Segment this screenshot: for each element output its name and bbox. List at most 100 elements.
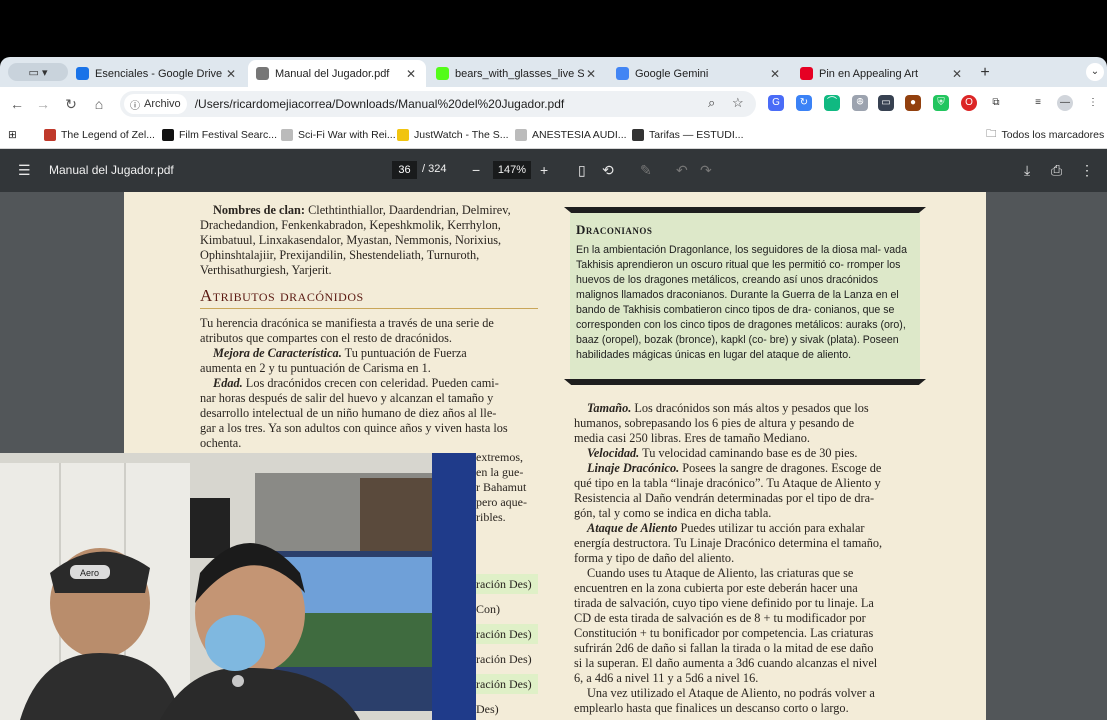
rotate-icon[interactable]: ⟲ bbox=[602, 162, 614, 179]
more-options-icon[interactable]: ⋮ bbox=[1080, 162, 1094, 179]
bookmark-item[interactable]: ANESTESIA AUDI... bbox=[515, 127, 627, 143]
download-icon[interactable]: ⤓ bbox=[1024, 162, 1030, 179]
webcam-scene: Aero bbox=[0, 453, 476, 720]
bookmark-label: Sci-Fi War with Rei... bbox=[298, 129, 396, 141]
tab-5[interactable]: Pin en Appealing Art ✕ bbox=[792, 60, 972, 87]
tab-search-button[interactable]: ▭ ▾ bbox=[8, 63, 68, 81]
close-tab-icon[interactable]: ✕ bbox=[950, 67, 964, 81]
print-icon[interactable]: ⎙ bbox=[1051, 162, 1062, 179]
close-tab-icon[interactable]: ✕ bbox=[404, 67, 418, 81]
line-text: qué tipo en la tabla “linaje dracónico”.… bbox=[574, 476, 881, 490]
zoom-icon[interactable]: ⌕ bbox=[708, 95, 715, 111]
extension-sync-icon[interactable]: ↻ bbox=[796, 95, 812, 111]
tab-1[interactable]: Esenciales - Google Drive ✕ bbox=[68, 60, 246, 87]
line-text: Tu puntuación de Fuerza bbox=[341, 346, 467, 360]
toolbar: ← → ↻ ⌂ ⓘ Archivo /Users/ricardomejiacorr… bbox=[0, 87, 1107, 121]
text-line: forma y tipo de daño del aliento. bbox=[574, 551, 919, 566]
line-text: ochenta. bbox=[200, 436, 242, 450]
text-line: Verthisathurgiesh, Yarjerit. bbox=[200, 263, 540, 278]
zoom-out-icon[interactable]: − bbox=[472, 162, 480, 178]
line-text: encuentren en la zona cubierta por este … bbox=[574, 581, 858, 595]
section-heading: Atributos dracónidos bbox=[200, 286, 538, 309]
text-line: Tu herencia dracónica se manifiesta a tr… bbox=[200, 316, 540, 331]
line-text: Kimbatuul, Linxakasendalor, Myastan, Nem… bbox=[200, 233, 502, 247]
line-text: sufrirán 2d6 de daño si fallan la tirada… bbox=[574, 641, 874, 655]
line-text: Drachedandion, Fenkenkabradon, Kepeshkmo… bbox=[200, 218, 501, 232]
annotate-icon[interactable]: ✎ bbox=[640, 162, 652, 179]
line-text: humanos, sobrepasando los 6 pies de altu… bbox=[574, 416, 855, 430]
zoom-in-icon[interactable]: + bbox=[540, 162, 548, 178]
browser-menu-icon[interactable]: ⋮ bbox=[1085, 95, 1101, 111]
line-text: Los dracónidos son más altos y pesados q… bbox=[631, 401, 869, 415]
bookmark-label: ANESTESIA AUDI... bbox=[532, 129, 627, 141]
text-line: ochenta. bbox=[200, 436, 540, 451]
address-bar[interactable]: ⓘ Archivo /Users/ricardomejiacorrea/Downl… bbox=[120, 91, 756, 117]
extensions-icon[interactable]: ⧉ bbox=[988, 95, 1004, 111]
text-line: Nombres de clan: Clethtinthiallor, Daard… bbox=[200, 203, 540, 218]
forward-button[interactable]: → bbox=[34, 95, 52, 113]
extension-arc-icon[interactable]: ⌒ bbox=[824, 95, 840, 111]
bookmark-label: JustWatch - The S... bbox=[414, 129, 509, 141]
bookmarks-folder[interactable]: 🗀 Todos los marcadores bbox=[986, 127, 1104, 143]
extension-shield-icon[interactable]: ⛨ bbox=[933, 95, 949, 111]
tab-2[interactable]: Manual del Jugador.pdf ✕ bbox=[248, 60, 426, 87]
sidebar-bottom-border bbox=[564, 379, 926, 385]
extension-translate-icon[interactable]: G bbox=[768, 95, 784, 111]
bold-lead: Edad. bbox=[213, 376, 243, 390]
fit-page-icon[interactable]: ▯ bbox=[578, 162, 586, 179]
tab-3[interactable]: bears_with_glasses_live Stre ✕ bbox=[428, 60, 606, 87]
reload-button[interactable]: ↻ bbox=[62, 95, 80, 113]
draconianos-sidebar: Draconianos En la ambientación Dragonlan… bbox=[564, 207, 926, 385]
text-line: gar a los tres. Ya son adultos con quinc… bbox=[200, 421, 540, 436]
home-button[interactable]: ⌂ bbox=[90, 95, 108, 113]
tab-list-chevron-icon[interactable]: ⌄ bbox=[1086, 63, 1104, 81]
line-text: gón, tal y como se indica en dicha tabla… bbox=[574, 506, 772, 520]
bookmark-item[interactable]: The Legend of Zel... bbox=[44, 127, 155, 143]
zoom-level-input[interactable]: 147% bbox=[493, 161, 531, 179]
bookmark-item[interactable]: Tarifas — ESTUDI... bbox=[632, 127, 744, 143]
tab-4[interactable]: Google Gemini ✕ bbox=[608, 60, 790, 87]
page-number-input[interactable]: 36 bbox=[392, 161, 417, 179]
site-info-chip[interactable]: ⓘ Archivo bbox=[124, 94, 187, 114]
bookmark-favicon-icon bbox=[397, 129, 409, 141]
pdf-toolbar: ☰ Manual del Jugador.pdf 36 / 324 − 147%… bbox=[0, 149, 1107, 192]
close-tab-icon[interactable]: ✕ bbox=[224, 67, 238, 81]
table-partial-cell: Des) bbox=[476, 702, 499, 716]
extension-puzzle-icon[interactable]: ꔮ bbox=[852, 95, 868, 111]
extension-screen-icon[interactable]: ▭ bbox=[878, 95, 894, 111]
line-text: aumenta en 2 y tu puntuación de Carisma … bbox=[200, 361, 431, 375]
back-button[interactable]: ← bbox=[8, 95, 26, 113]
new-tab-button[interactable]: + bbox=[976, 64, 994, 82]
extension-opera-icon[interactable]: O bbox=[961, 95, 977, 111]
partial-text: ribles. bbox=[476, 510, 506, 524]
redo-icon[interactable]: ↷ bbox=[700, 162, 712, 179]
bookmark-star-icon[interactable]: ☆ bbox=[732, 95, 744, 111]
line-text: desarrollo intelectual de un niño humano… bbox=[200, 406, 497, 420]
pdf-menu-icon[interactable]: ☰ bbox=[18, 162, 31, 179]
apps-grid-icon[interactable]: ⊞ bbox=[8, 127, 17, 143]
text-line: encuentren en la zona cubierta por este … bbox=[574, 581, 919, 596]
gemini-icon bbox=[616, 67, 629, 80]
media-controls-icon[interactable]: ≡ bbox=[1030, 95, 1046, 111]
line-text: Ophinshtalajiir, Prexijandilin, Shestend… bbox=[200, 248, 480, 262]
folder-icon: 🗀 bbox=[986, 128, 997, 140]
text-line: Velocidad. Tu velocidad caminando base e… bbox=[574, 446, 919, 461]
line-text: gar a los tres. Ya son adultos con quinc… bbox=[200, 421, 508, 435]
close-tab-icon[interactable]: ✕ bbox=[584, 67, 598, 81]
close-tab-icon[interactable]: ✕ bbox=[768, 67, 782, 81]
text-line: qué tipo en la tabla “linaje dracónico”.… bbox=[574, 476, 919, 491]
text-line: atributos que compartes con el resto de … bbox=[200, 331, 540, 346]
text-line: energía destructora. Tu Linaje Dracónico… bbox=[574, 536, 919, 551]
undo-icon[interactable]: ↶ bbox=[676, 162, 688, 179]
tab-strip: ▭ ▾ Esenciales - Google Drive ✕ Manual del… bbox=[0, 57, 1107, 87]
table-partial-cell: ración Des) bbox=[476, 652, 532, 666]
profile-avatar-icon[interactable]: — bbox=[1057, 95, 1073, 111]
bookmark-item[interactable]: Sci-Fi War with Rei... bbox=[281, 127, 396, 143]
table-partial-cell: ración Des) bbox=[476, 677, 532, 691]
bold-lead: Nombres de clan: bbox=[213, 203, 305, 217]
bookmark-item[interactable]: JustWatch - The S... bbox=[397, 127, 509, 143]
text-line: Edad. Los dracónidos crecen con celerida… bbox=[200, 376, 540, 391]
bookmark-label: Tarifas — ESTUDI... bbox=[649, 129, 744, 141]
bookmark-item[interactable]: Film Festival Searc... bbox=[162, 127, 277, 143]
extension-cookie-icon[interactable]: ● bbox=[905, 95, 921, 111]
